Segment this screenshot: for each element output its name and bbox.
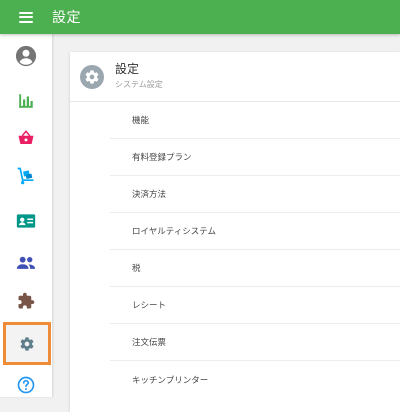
hand-truck-icon: [17, 167, 34, 185]
sidebar-item-staff[interactable]: [0, 245, 52, 281]
card-subtitle: システム設定: [115, 80, 163, 89]
sidebar: [0, 34, 52, 397]
basket-icon: [18, 130, 34, 144]
menu-icon[interactable]: [0, 0, 52, 34]
puzzle-icon: [18, 292, 35, 309]
bar-chart-icon: [19, 94, 33, 108]
sidebar-item-delivery[interactable]: [0, 158, 52, 194]
settings-item-loyalty-system[interactable]: ロイヤルティシステム: [110, 213, 400, 250]
settings-item-receipt[interactable]: レシート: [110, 287, 400, 324]
settings-item-tax[interactable]: 税: [110, 250, 400, 287]
page-title: 設定: [52, 10, 81, 26]
sidebar-item-shop[interactable]: [0, 120, 52, 156]
gear-icon: [20, 336, 34, 351]
help-circle-icon: [17, 376, 35, 394]
account-circle-icon: [15, 45, 37, 67]
card-title: 設定: [115, 62, 140, 76]
people-icon: [16, 256, 36, 269]
sidebar-item-extensions[interactable]: [0, 283, 52, 319]
settings-item-features[interactable]: 機能: [110, 102, 400, 139]
sidebar-item-account[interactable]: [0, 38, 52, 74]
sidebar-item-help[interactable]: [0, 367, 52, 403]
settings-item-order-slip[interactable]: 注文伝票: [110, 324, 400, 361]
gear-icon: [80, 65, 104, 89]
sidebar-item-reports[interactable]: [0, 83, 52, 119]
settings-item-subscription-plan[interactable]: 有料登録プラン: [110, 139, 400, 176]
card-header: 設定 システム設定: [70, 52, 400, 102]
settings-item-payment-methods[interactable]: 決済方法: [110, 176, 400, 213]
settings-item-kitchen-printer[interactable]: キッチンプリンター: [110, 361, 400, 398]
sidebar-item-settings[interactable]: [3, 322, 51, 365]
top-app-bar: 設定: [0, 0, 400, 34]
contact-card-icon: [16, 214, 36, 228]
sidebar-item-contacts[interactable]: [0, 203, 52, 239]
main-content: 設定 システム設定 機能 有料登録プラン 決済方法 ロイヤルティシステム 税 レ…: [52, 34, 400, 412]
settings-card: 設定 システム設定 機能 有料登録プラン 決済方法 ロイヤルティシステム 税 レ…: [70, 52, 400, 412]
